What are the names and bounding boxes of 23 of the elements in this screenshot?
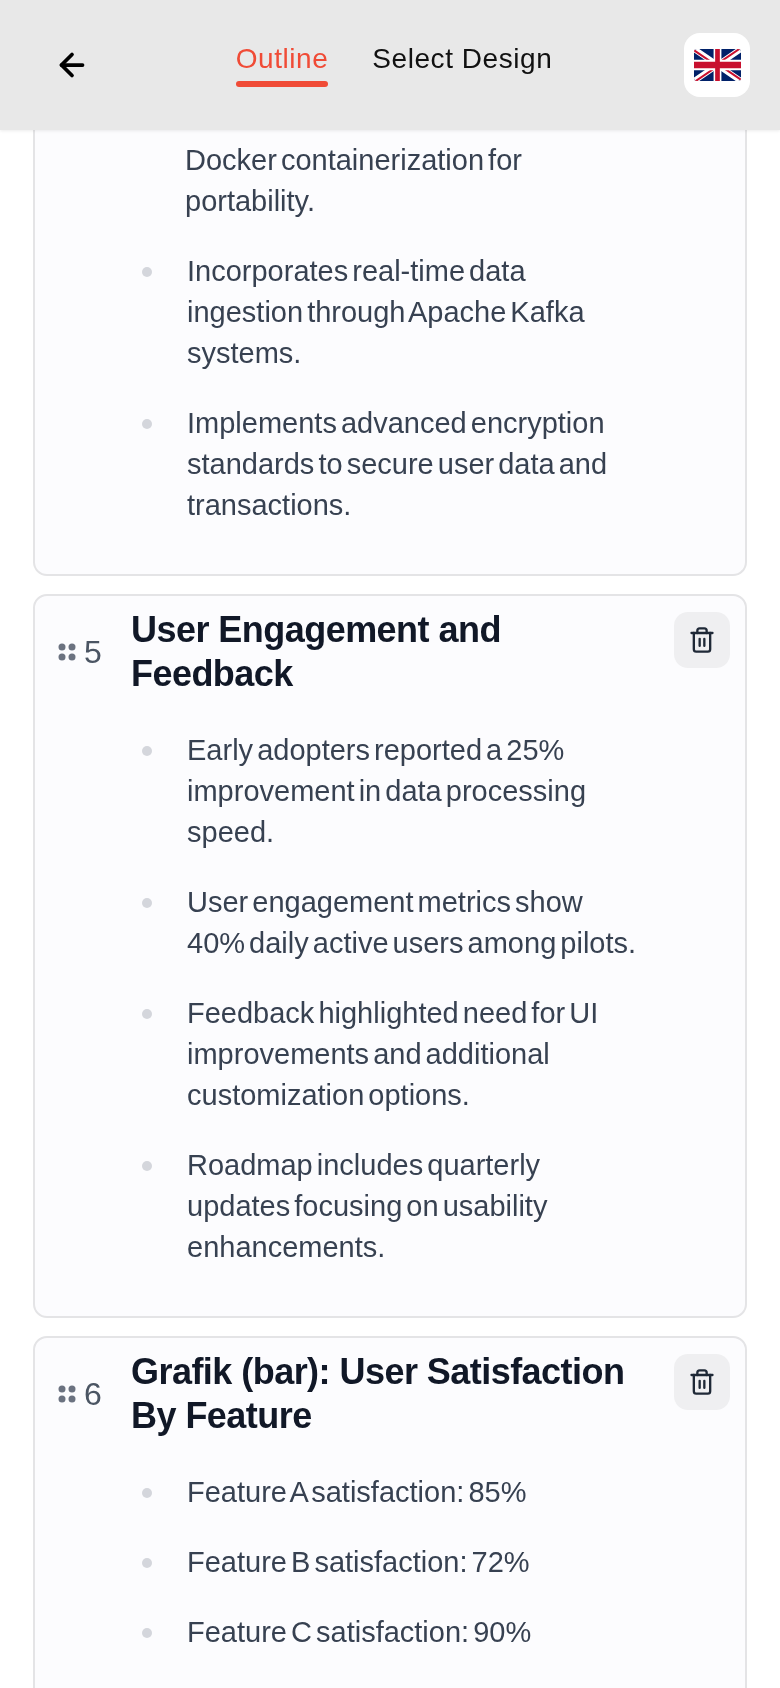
bullet-text: User engagement metrics show 40% daily active users among pilots. <box>187 885 638 961</box>
trash-icon <box>688 626 716 654</box>
bullet-text: Roadmap includes quarterly updates focusing on usability enhancements. <box>187 1148 549 1265</box>
slide-title: Grafik (bar): User Satisfaction By Feature <box>131 1350 626 1438</box>
bullet-text: Early adopters reported a 25% improvement in data processing speed. <box>187 733 588 850</box>
drag-handle-icon[interactable] <box>58 1385 76 1403</box>
drag-handle-icon[interactable] <box>58 643 76 661</box>
delete-button[interactable] <box>674 612 730 668</box>
bullet-text: Incorporates real-time data ingestion through Apache Kafka systems. <box>187 254 586 371</box>
slide-number: 5 <box>84 633 102 671</box>
bullet-text: Feedback highlighted need for UI improvements and additional customization options. <box>187 996 600 1113</box>
tab[interactable]: Select Design <box>372 43 553 87</box>
trash-icon <box>688 1368 716 1396</box>
slide-title: User Engagement and Feedback <box>131 608 502 696</box>
bullet-text: Feature C satisfaction: 90% <box>187 1615 533 1650</box>
bullet-text: Feature B satisfaction: 72% <box>187 1545 531 1580</box>
bullet-text: Implements advanced encryption standards to secure user data and transactions. <box>187 406 609 523</box>
slide-number: 6 <box>84 1375 102 1413</box>
bullet-text: Docker containerization for portability. <box>185 143 523 219</box>
bullet-text: Feature A satisfaction: 85% <box>187 1475 528 1510</box>
delete-button[interactable] <box>674 1354 730 1410</box>
flag-icon <box>693 49 741 81</box>
language-button[interactable] <box>684 33 750 97</box>
